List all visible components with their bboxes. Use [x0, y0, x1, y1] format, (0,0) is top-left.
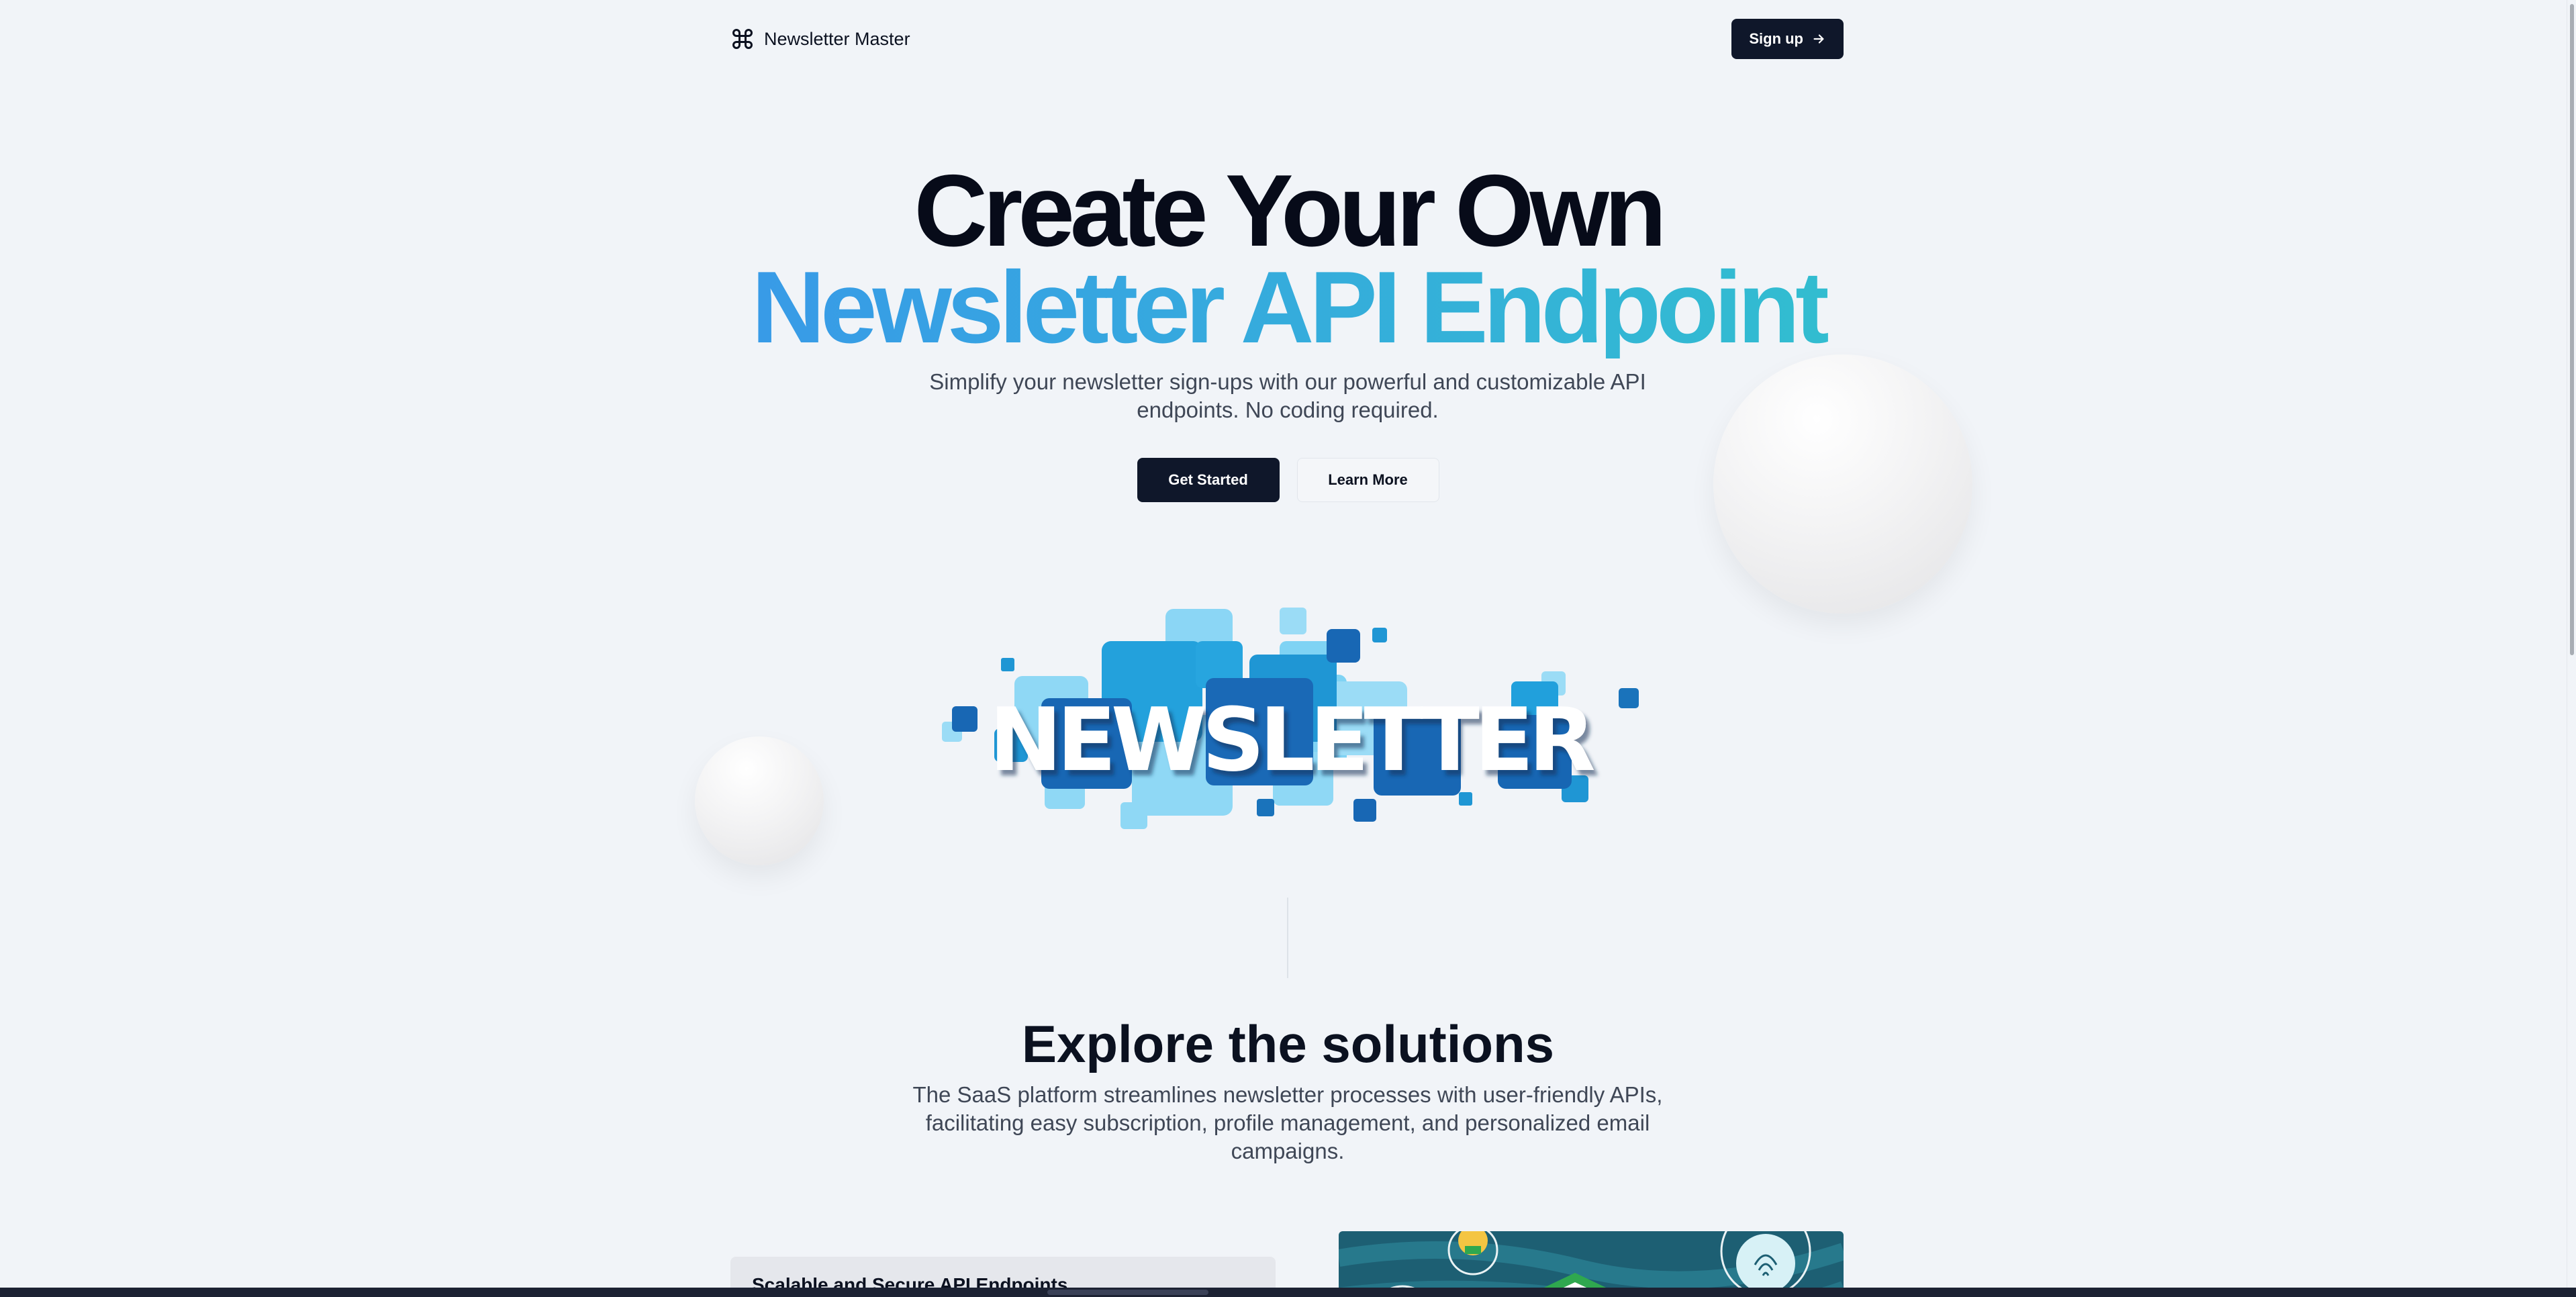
solutions-title: Explore the solutions	[1021, 1014, 1555, 1073]
hero-subtitle: Simplify your newsletter sign-ups with o…	[929, 369, 1646, 422]
taskbar	[0, 1288, 2576, 1297]
hero-title-line-1: Create Your Own	[914, 154, 1666, 268]
taskbar-item[interactable]	[1047, 1290, 1208, 1295]
brand-name: Newsletter Master	[764, 28, 910, 49]
get-started-button[interactable]: Get Started	[1137, 458, 1280, 502]
signup-button[interactable]: Sign up	[1731, 19, 1844, 59]
newsletter-illustration: NEWSLETTER	[942, 608, 1639, 829]
newsletter-illustration-text: NEWSLETTER	[989, 689, 1594, 791]
brand-link[interactable]: Newsletter Master	[730, 27, 910, 51]
signup-label: Sign up	[1749, 30, 1803, 47]
decorative-sphere-large	[1713, 354, 1972, 614]
arrow-right-icon	[1811, 32, 1826, 46]
site-header: Newsletter Master Sign up	[730, 19, 1844, 59]
solutions-subtitle: The SaaS platform streamlines newsletter…	[912, 1082, 1663, 1163]
section-divider	[1287, 898, 1288, 978]
decorative-sphere-small	[695, 736, 824, 865]
command-icon	[730, 27, 755, 51]
scrollbar-thumb[interactable]	[2570, 4, 2574, 655]
hero-cta-row: Get Started Learn More	[0, 458, 2576, 502]
learn-more-button[interactable]: Learn More	[1296, 458, 1439, 502]
hero-title-line-2: Newsletter API Endpoint	[0, 256, 2576, 358]
landing-page: Newsletter Master Sign up Create Your Ow…	[0, 0, 2576, 1297]
page-scrollbar[interactable]	[2567, 0, 2576, 1288]
